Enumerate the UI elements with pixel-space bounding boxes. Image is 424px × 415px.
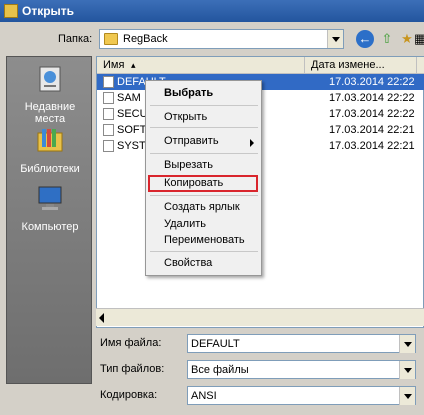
file-icon (103, 76, 114, 88)
filetype-label: Тип файлов: (100, 363, 165, 375)
file-icon (103, 92, 114, 104)
file-icon (103, 108, 114, 120)
place-recent-label: Недавние места (24, 101, 76, 125)
folder-label: Папка: (58, 33, 93, 45)
back-icon[interactable]: ← (356, 30, 374, 48)
menu-item-delete[interactable]: Удалить (164, 218, 206, 230)
context-menu: Выбрать Открыть Отправить Вырезать Копир… (145, 80, 262, 276)
file-date: 17.03.2014 22:21 (329, 124, 415, 136)
column-name-label: Имя (103, 59, 125, 71)
encoding-value: ANSI (191, 390, 217, 402)
menu-item-select[interactable]: Выбрать (164, 87, 213, 99)
title-bar: Открыть (0, 0, 424, 22)
chevron-down-icon[interactable] (399, 361, 415, 379)
file-name: SOFT (117, 124, 147, 136)
view-menu-icon[interactable]: ▦ (414, 30, 424, 48)
menu-separator (150, 195, 258, 196)
horizontal-scrollbar[interactable] (96, 308, 424, 326)
app-icon (4, 4, 18, 18)
menu-item-copy[interactable]: Копировать (164, 177, 223, 189)
column-header-name[interactable]: Имя ▴ (97, 57, 305, 74)
file-date: 17.03.2014 22:22 (329, 76, 415, 88)
place-libraries[interactable]: Библиотеки (7, 125, 93, 175)
file-name: SAM (117, 92, 141, 104)
column-header-more[interactable] (417, 57, 424, 74)
menu-item-create-shortcut[interactable]: Создать ярлык (164, 201, 240, 213)
file-date: 17.03.2014 22:21 (329, 140, 415, 152)
menu-separator (150, 153, 258, 154)
submenu-arrow-icon (250, 139, 254, 147)
file-date: 17.03.2014 22:22 (329, 92, 415, 104)
folder-combobox[interactable]: RegBack (99, 29, 344, 49)
place-recent[interactable]: Недавние места (7, 63, 93, 125)
chevron-down-icon[interactable] (399, 387, 415, 405)
column-date-label: Дата измене... (311, 59, 385, 71)
filename-value: DEFAULT (191, 338, 240, 350)
menu-item-cut[interactable]: Вырезать (164, 159, 213, 171)
open-file-dialog: Открыть Папка: RegBack ← ⇧ ★ ▦ Недавние … (0, 0, 424, 415)
filetype-select[interactable]: Все файлы (187, 360, 416, 379)
sort-up-icon: ▴ (131, 60, 136, 70)
file-name: SECU (117, 108, 148, 120)
menu-item-open[interactable]: Открыть (164, 111, 207, 123)
place-computer[interactable]: Компьютер (7, 183, 93, 233)
place-libraries-label: Библиотеки (20, 163, 80, 175)
file-date: 17.03.2014 22:22 (329, 108, 415, 120)
window-title: Открыть (22, 4, 75, 18)
menu-item-send-to[interactable]: Отправить (164, 135, 219, 147)
file-icon (103, 124, 114, 136)
menu-separator (150, 251, 258, 252)
folder-icon (104, 33, 118, 45)
chevron-down-icon[interactable] (327, 30, 343, 48)
up-folder-icon[interactable]: ⇧ (378, 30, 396, 48)
filetype-value: Все файлы (191, 364, 249, 376)
filename-label: Имя файла: (100, 337, 162, 349)
file-icon (103, 140, 114, 152)
scroll-left-icon[interactable] (99, 313, 104, 323)
encoding-select[interactable]: ANSI (187, 386, 416, 405)
filename-field[interactable]: DEFAULT (187, 334, 416, 353)
menu-item-properties[interactable]: Свойства (164, 257, 212, 269)
menu-item-rename[interactable]: Переименовать (164, 234, 245, 246)
folder-value: RegBack (123, 33, 168, 45)
recent-places-icon (39, 66, 61, 92)
chevron-down-icon[interactable] (399, 335, 415, 353)
libraries-icon (37, 129, 63, 152)
column-header-date[interactable]: Дата измене... (305, 57, 417, 74)
place-computer-label: Компьютер (21, 221, 79, 233)
encoding-label: Кодировка: (100, 389, 158, 401)
menu-separator (150, 127, 258, 128)
places-bar: Недавние места Библиотеки Компьютер (6, 56, 92, 384)
computer-icon (38, 186, 62, 210)
menu-separator (150, 105, 258, 106)
